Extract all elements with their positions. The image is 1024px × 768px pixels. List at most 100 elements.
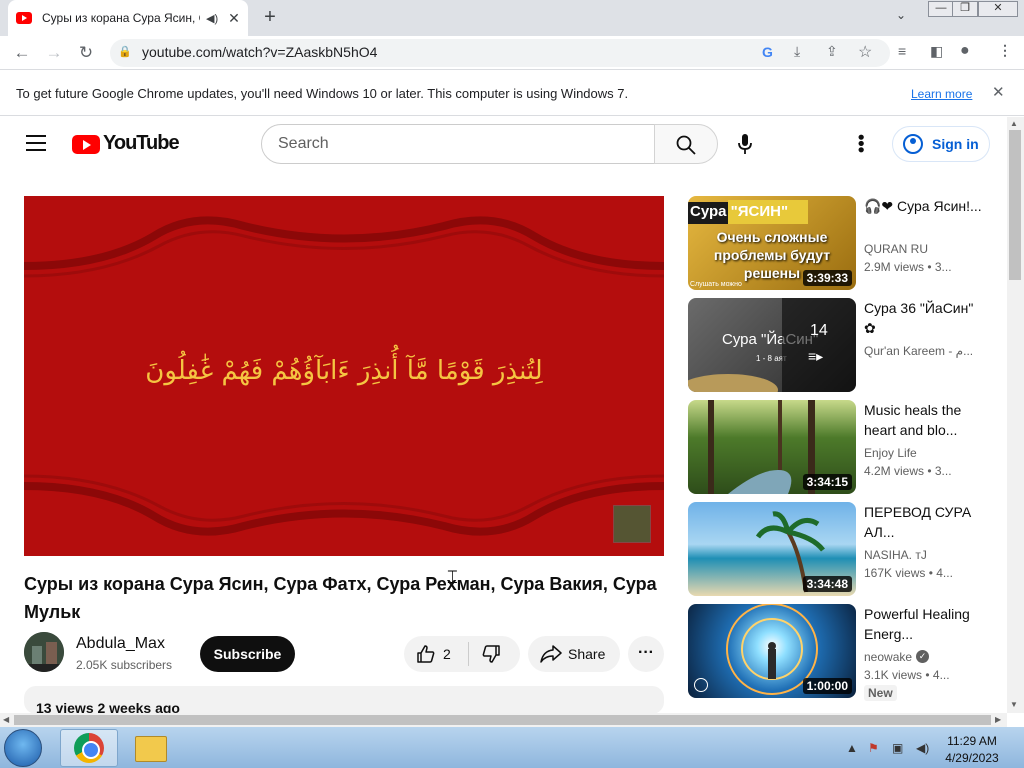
horizontal-scroll-thumb[interactable] [14,715,991,725]
thumbnail[interactable]: Сура "ЙаСин" 1 - 8 аят 14 ≡▸ [688,298,856,392]
network-icon[interactable]: ▣ [892,741,903,755]
new-tab-button[interactable]: + [258,6,282,29]
new-badge: New [864,685,897,701]
like-divider [468,642,469,666]
speaker-icon[interactable]: ◀) [206,12,218,25]
thumbnail-caption: Слушать можно [690,281,742,288]
back-icon[interactable]: ← [12,43,32,63]
scroll-left-icon[interactable]: ◀ [3,715,9,724]
chrome-menu-icon[interactable]: ⋮ [998,42,1012,59]
forward-icon[interactable]: → [44,43,64,63]
clock-time: 11:29 AM [947,734,997,748]
thumbnail[interactable]: 3:34:15 [688,400,856,494]
sign-in-button[interactable]: Sign in [892,126,990,162]
recommended-title[interactable]: 🎧❤ Сура Ясин!... [864,196,984,216]
reload-icon[interactable]: ↻ [76,43,96,63]
tab-title: Суры из корана Сура Ясин, Су [42,11,200,25]
file-explorer-icon[interactable] [135,736,167,762]
playlist-count: 14 [810,322,828,339]
thumbnail[interactable]: 1:00:00 [688,604,856,698]
sign-in-label: Sign in [932,136,979,152]
side-panel-icon[interactable]: ◧ [930,43,943,60]
avatar-image [24,632,64,672]
browser-tab[interactable]: Суры из корана Сура Ясин, Су ◀) ✕ [8,0,248,36]
action-center-icon[interactable]: ⚑ [868,741,879,755]
recommended-title[interactable]: ПЕРЕВОД СУРА АЛ... [864,502,984,542]
learn-more-link[interactable]: Learn more [911,87,972,101]
youtube-logo-icon[interactable] [72,135,100,154]
thumbnail-line: проблемы будут [713,247,831,263]
like-icon[interactable] [416,644,436,664]
recommended-title[interactable]: Сура 36 "ЙаСин" ✿ [864,298,984,338]
hamburger-menu-icon[interactable] [26,135,46,156]
chrome-icon [74,733,104,763]
recommended-meta: 3.1K views • 4... [864,668,950,682]
scroll-right-icon[interactable]: ▶ [995,715,1001,724]
infobar-message: To get future Google Chrome updates, you… [16,86,629,101]
thumbnail-line: Очень сложные [716,229,828,245]
infobar-close-icon[interactable]: ✕ [992,83,1005,101]
recommended-channel[interactable]: Enjoy Life [864,446,984,460]
playlist-icon: ≡▸ [808,348,824,364]
more-actions-button[interactable]: ··· [628,636,664,672]
settings-more-icon[interactable]: ••• [851,134,871,153]
video-duration: 3:39:33 [802,270,852,286]
youtube-favicon-icon [16,12,32,24]
show-hidden-icons-icon[interactable]: ▲ [846,741,858,755]
recommended-channel[interactable]: neowake [864,650,912,664]
youtube-logo-text[interactable]: YouTube [103,132,180,155]
verified-icon: ✓ [916,650,929,663]
subscribe-button[interactable]: Subscribe [200,636,295,672]
search-icon [676,135,696,155]
video-duration: 3:34:15 [802,474,852,490]
media-control-icon[interactable]: ≡ [898,43,906,59]
video-title: Суры из корана Сура Ясин, Сура Фатх, Сур… [24,574,657,622]
recommended-title[interactable]: Music heals the heart and blo... [864,400,984,440]
minimize-button[interactable]: — [928,1,954,17]
share-page-icon[interactable]: ⇪ [826,43,838,60]
share-icon [540,645,562,663]
recommended-meta: 167K views • 4... [864,566,953,580]
channel-name[interactable]: Abdula_Max [76,635,165,653]
clock-date: 4/29/2023 [945,751,999,765]
quran-verse-caption: لِتُنذِرَ قَوْمًا مَّآ أُنذِرَ ءَابَآؤُه… [145,356,543,386]
install-icon[interactable]: ⤓ [794,43,800,60]
account-icon [903,134,923,154]
vertical-scroll-thumb[interactable] [1009,130,1021,280]
google-lens-icon[interactable]: G [762,44,773,60]
search-button[interactable] [654,124,718,164]
microphone-icon[interactable] [737,133,753,155]
like-count[interactable]: 2 [443,646,451,662]
thumbnail-line: Сура "ЯСИН" [690,203,789,220]
recommended-title[interactable]: Powerful Healing Energ... [864,604,984,644]
tab-search-icon[interactable]: ⌄ [896,8,906,22]
channel-watermark[interactable] [613,505,651,543]
profile-icon[interactable]: ● [960,42,970,60]
recommended-channel[interactable]: NASIHA. тJ [864,548,984,562]
thumbnail[interactable]: Сура "ЯСИН" Очень сложные проблемы будут… [688,196,856,290]
scroll-up-icon[interactable]: ▲ [1010,119,1018,128]
url-text[interactable]: youtube.com/watch?v=ZAaskbN5hO4 [142,44,377,60]
scroll-down-icon[interactable]: ▼ [1010,700,1018,709]
thumbnail[interactable]: 3:34:48 [688,502,856,596]
recommended-meta: 2.9M views • 3... [864,260,952,274]
system-clock[interactable]: 11:29 AM 4/29/2023 [940,733,1004,767]
channel-avatar[interactable] [24,632,64,672]
playlist-overlay [782,298,856,392]
recommended-meta: 4.2M views • 3... [864,464,952,478]
recommended-channel[interactable]: Qur'an Kareem - م... [864,344,984,358]
video-duration: 3:34:48 [802,576,852,592]
dislike-icon[interactable] [481,644,501,664]
subscriber-count: 2.05K subscribers [76,658,173,672]
share-label: Share [568,646,606,662]
tab-close-icon[interactable]: ✕ [228,10,240,27]
start-button[interactable] [4,729,42,767]
recommended-channel[interactable]: QURAN RU [864,242,984,256]
lock-icon[interactable]: 🔒 [118,45,132,58]
bookmark-star-icon[interactable]: ☆ [858,42,872,62]
channel-badge-icon [694,678,708,692]
volume-icon[interactable]: ◀) [916,741,929,755]
restore-button[interactable]: ❐ [952,1,978,17]
close-window-button[interactable]: ✕ [978,1,1018,17]
video-duration: 1:00:00 [802,678,852,694]
